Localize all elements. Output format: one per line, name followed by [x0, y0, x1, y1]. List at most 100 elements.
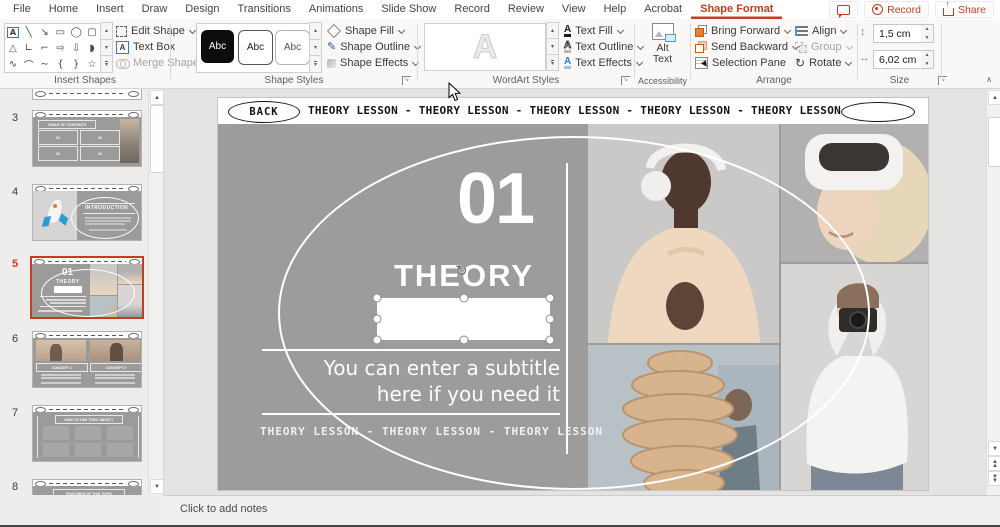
photo-person-with-camera[interactable]: [781, 264, 928, 490]
selection-handle-se[interactable]: [546, 336, 555, 345]
send-backward-button[interactable]: Send Backward: [695, 39, 798, 55]
gallery-more-button[interactable]: ▾: [100, 55, 113, 73]
menu-tab-help[interactable]: Help: [595, 0, 636, 19]
footer-marquee-text[interactable]: THEORY LESSON - THEORY LESSON - THEORY L…: [260, 425, 603, 438]
wordart-scroll-down[interactable]: ▾: [546, 38, 559, 55]
height-increase-button[interactable]: ▲: [921, 25, 933, 34]
next-slide-button[interactable]: ▼▼: [988, 471, 1000, 486]
right-arrow-icon[interactable]: ⇨: [52, 40, 68, 56]
wordart-scroll-up[interactable]: ▴: [546, 22, 559, 39]
shape-style-preset-3[interactable]: Abc: [275, 30, 310, 65]
menu-tab-transitions[interactable]: Transitions: [229, 0, 300, 19]
subtitle-text[interactable]: You can enter a subtitlehere if you need…: [262, 355, 560, 407]
gallery-scroll-up[interactable]: ▴: [100, 22, 113, 40]
elbow-connector-icon[interactable]: ∟: [21, 40, 37, 56]
shape-outline-button[interactable]: ✎Shape Outline: [327, 39, 420, 55]
menu-tab-shape-format[interactable]: Shape Format: [691, 0, 782, 19]
alt-text-button[interactable]: AltText: [635, 23, 690, 65]
thumbnail-scroll-thumb[interactable]: [150, 105, 164, 173]
down-arrow-icon[interactable]: ⇩: [68, 40, 84, 56]
selected-text-box[interactable]: [377, 298, 550, 340]
menu-tab-view[interactable]: View: [553, 0, 595, 19]
menu-tab-design[interactable]: Design: [176, 0, 228, 19]
bring-forward-button[interactable]: Bring Forward: [695, 23, 790, 39]
thumbnail-slide-6[interactable]: CONCEPT 1 CONCEPT 2: [32, 331, 142, 388]
line-arrow-icon[interactable]: ↘: [37, 24, 53, 40]
size-dialog-launcher[interactable]: [938, 76, 947, 85]
shape-height-input[interactable]: 1,5 cm: [873, 24, 928, 43]
section-number-text[interactable]: 01: [450, 162, 540, 236]
shape-effects-button[interactable]: Shape Effects: [327, 55, 418, 71]
text-box-button[interactable]: AText Box: [116, 39, 175, 55]
freeform-icon[interactable]: ◗: [84, 40, 100, 56]
thumbnail-slide-3[interactable]: TABLE OF CONTENTS 01 02 03 04: [32, 110, 142, 167]
shape-styles-more-button[interactable]: ▾: [309, 55, 322, 73]
width-increase-button[interactable]: ▲: [921, 51, 933, 60]
selection-pane-button[interactable]: Selection Pane: [695, 55, 786, 71]
photo-woman-vr-headset[interactable]: [781, 124, 928, 262]
shape-fill-button[interactable]: Shape Fill: [327, 23, 404, 39]
right-brace-icon[interactable]: }: [68, 56, 84, 72]
menu-tab-slide-show[interactable]: Slide Show: [372, 0, 445, 19]
header-marquee-text[interactable]: THEORY LESSON - THEORY LESSON - THEORY L…: [308, 104, 833, 117]
align-button[interactable]: Align: [795, 23, 846, 39]
selection-handle-ne[interactable]: [546, 294, 555, 303]
shape-styles-scroll-up[interactable]: ▴: [309, 22, 322, 40]
menu-tab-review[interactable]: Review: [499, 0, 553, 19]
rectangle-icon[interactable]: ▭: [52, 24, 68, 40]
back-button-shape[interactable]: BACK: [228, 101, 300, 123]
shape-width-input[interactable]: 6,02 cm: [873, 50, 928, 69]
scroll-down-button[interactable]: ▼: [988, 441, 1000, 456]
left-brace-icon[interactable]: {: [52, 56, 68, 72]
selection-handle-w[interactable]: [373, 315, 382, 324]
menu-tab-home[interactable]: Home: [40, 0, 87, 19]
height-decrease-button[interactable]: ▼: [921, 34, 933, 43]
scribble-icon[interactable]: ∿: [5, 56, 21, 72]
scroll-up-button[interactable]: ▲: [988, 90, 1000, 105]
shape-style-preset-2[interactable]: Abc: [238, 30, 273, 65]
thumbnail-scroll-down-button[interactable]: ▼: [150, 479, 164, 494]
menu-tab-insert[interactable]: Insert: [87, 0, 133, 19]
record-button[interactable]: Record: [864, 1, 929, 18]
share-button[interactable]: Share: [935, 1, 994, 18]
comments-button[interactable]: [829, 1, 858, 18]
main-scrollbar[interactable]: ▲ ▼ ▲▲ ▼▼: [986, 89, 1000, 495]
menu-tab-animations[interactable]: Animations: [300, 0, 372, 19]
line-icon[interactable]: ╲: [21, 24, 37, 40]
scroll-thumb[interactable]: [988, 117, 1000, 167]
gallery-scroll-down[interactable]: ▾: [100, 39, 113, 57]
triangle-icon[interactable]: △: [5, 40, 21, 56]
selection-handle-nw[interactable]: [373, 294, 382, 303]
elbow-arrow-connector-icon[interactable]: ⌐: [37, 40, 53, 56]
text-outline-button[interactable]: AText Outline: [564, 39, 643, 55]
selection-handle-s[interactable]: [459, 336, 468, 345]
thumbnail-slide-2-partial[interactable]: [32, 89, 142, 100]
menu-tab-file[interactable]: File: [4, 0, 40, 19]
thumbnail-slide-8[interactable]: FEATURES OF THIS TOPIC 01 02: [32, 479, 142, 495]
collapse-ribbon-button[interactable]: ∧: [986, 75, 992, 84]
shape-styles-dialog-launcher[interactable]: [402, 76, 411, 85]
rotate-button[interactable]: ↻Rotate: [795, 55, 851, 71]
shape-styles-scroll-down[interactable]: ▾: [309, 39, 322, 57]
shape-style-preset-1[interactable]: Abc: [201, 30, 234, 63]
selection-handle-sw[interactable]: [373, 336, 382, 345]
rounded-rectangle-icon[interactable]: ▢: [84, 24, 100, 40]
curve-icon[interactable]: ∼: [37, 56, 53, 72]
thumbnail-slide-5[interactable]: 01 THEORY: [30, 256, 144, 319]
selection-handle-n[interactable]: [459, 294, 468, 303]
group-button[interactable]: Group: [795, 39, 852, 55]
menu-tab-record[interactable]: Record: [445, 0, 498, 19]
menu-tab-draw[interactable]: Draw: [133, 0, 177, 19]
photo-layered-sculpture[interactable]: [588, 345, 779, 490]
text-effects-button[interactable]: AText Effects: [564, 55, 642, 71]
text-box-icon[interactable]: A: [5, 24, 21, 40]
oval-icon[interactable]: ◯: [68, 24, 84, 40]
width-decrease-button[interactable]: ▼: [921, 60, 933, 69]
arc-icon[interactable]: ⌒: [21, 56, 37, 72]
slide-canvas[interactable]: BACK THEORY LESSON - THEORY LESSON - THE…: [218, 98, 928, 490]
photo-man-headphones[interactable]: [588, 124, 779, 343]
thumbnail-slide-4[interactable]: INTRODUCTION: [32, 184, 142, 241]
rotate-handle-icon[interactable]: ↻: [455, 262, 468, 280]
star-icon[interactable]: ☆: [84, 56, 100, 72]
thumbnail-scroll-up-button[interactable]: ▲: [150, 90, 164, 105]
